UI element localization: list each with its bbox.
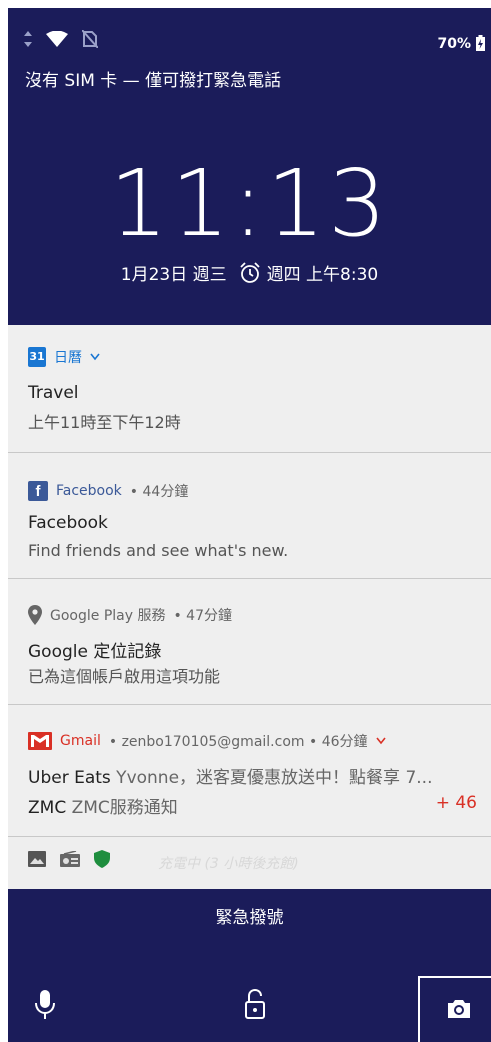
notification-list: 31 日曆 Travel 上午11時至下午12時 f Facebook • 44… bbox=[8, 325, 491, 889]
gmail-line-2: ZMC ZMC服務通知 bbox=[28, 793, 178, 818]
camera-icon bbox=[448, 1000, 470, 1018]
no-sim-icon bbox=[82, 30, 98, 48]
gmail-line-1-text: Yvonne，迷客夏優惠放送中！點餐享 7... bbox=[110, 768, 433, 788]
gmail-line-1-sender: Uber Eats bbox=[28, 768, 111, 788]
gmail-line-1: Uber Eats Yvonne，迷客夏優惠放送中！點餐享 7... bbox=[28, 763, 432, 788]
google-play-header: Google Play 服務 • 47分鐘 bbox=[28, 605, 232, 625]
gmail-notification[interactable]: Gmail • zenbo170105@gmail.com • 46分鐘 Ube… bbox=[8, 705, 491, 837]
gmail-meta: • zenbo170105@gmail.com • 46分鐘 bbox=[108, 734, 368, 750]
emergency-call-button[interactable]: 緊急撥號 bbox=[8, 903, 491, 928]
carrier-text: 沒有 SIM 卡 — 僅可撥打緊急電話 bbox=[25, 71, 282, 91]
wifi-icon bbox=[46, 31, 68, 47]
gmail-count: + 46 bbox=[435, 793, 477, 813]
date-text: 1月23日 週三 bbox=[120, 265, 227, 285]
shield-icon bbox=[94, 850, 110, 868]
facebook-title: Facebook bbox=[28, 513, 108, 533]
calendar-notification[interactable]: 31 日曆 Travel 上午11時至下午12時 bbox=[8, 325, 491, 453]
camera-button[interactable] bbox=[418, 976, 491, 1042]
google-play-body: 已為這個帳戶啟用這項功能 bbox=[28, 667, 221, 686]
facebook-notification[interactable]: f Facebook • 44分鐘 Facebook Find friends … bbox=[8, 453, 491, 579]
bottom-bar bbox=[8, 976, 491, 1042]
alarm-text: 週四 上午8:30 bbox=[266, 265, 379, 285]
lock-screen: 70% 沒有 SIM 卡 — 僅可撥打緊急電話 11:13 1月23日 週三 週… bbox=[8, 8, 491, 1042]
facebook-header: f Facebook • 44分鐘 bbox=[28, 481, 188, 501]
unlock-icon[interactable] bbox=[243, 988, 267, 1020]
google-play-notification[interactable]: Google Play 服務 • 47分鐘 Google 定位記錄 已為這個帳戶… bbox=[8, 579, 491, 705]
gmail-line-2-text: ZMC服務通知 bbox=[66, 798, 178, 818]
calendar-icon: 31 bbox=[28, 347, 46, 367]
gmail-icon bbox=[28, 732, 52, 750]
calendar-app-name: 日曆 bbox=[54, 350, 82, 366]
location-pin-icon bbox=[28, 605, 42, 625]
calendar-title: Travel bbox=[28, 383, 79, 403]
facebook-meta: • 44分鐘 bbox=[129, 484, 189, 500]
status-icons bbox=[24, 30, 98, 48]
chevron-down-icon[interactable] bbox=[90, 353, 100, 361]
overflow-icons bbox=[28, 850, 110, 868]
calendar-header: 31 日曆 bbox=[28, 347, 100, 367]
clock-time: 11:13 bbox=[109, 150, 390, 257]
facebook-app-name: Facebook bbox=[56, 483, 122, 499]
charging-status: 充電中 (3 小時後充飽) bbox=[158, 856, 299, 872]
data-arrows-icon bbox=[24, 31, 32, 47]
google-play-title: Google 定位記錄 bbox=[28, 642, 162, 662]
image-icon bbox=[28, 851, 46, 867]
facebook-body: Find friends and see what's new. bbox=[28, 541, 289, 560]
google-play-meta: • 47分鐘 bbox=[173, 608, 232, 624]
battery-charging-icon bbox=[476, 35, 485, 51]
gmail-app-name: Gmail bbox=[60, 733, 101, 749]
gmail-line-2-sender: ZMC bbox=[28, 798, 67, 818]
date-line: 1月23日 週三 週四 上午8:30 bbox=[8, 260, 491, 285]
radio-icon bbox=[60, 851, 80, 867]
facebook-icon: f bbox=[28, 481, 48, 501]
microphone-icon[interactable] bbox=[34, 990, 56, 1020]
gmail-header: Gmail • zenbo170105@gmail.com • 46分鐘 bbox=[28, 731, 386, 751]
alarm-icon bbox=[239, 261, 260, 283]
calendar-body: 上午11時至下午12時 bbox=[28, 413, 181, 432]
status-bar: 70% bbox=[8, 8, 491, 58]
google-play-app-name: Google Play 服務 bbox=[50, 608, 166, 624]
battery-percent: 70% bbox=[437, 36, 471, 52]
chevron-down-icon[interactable] bbox=[375, 737, 386, 745]
